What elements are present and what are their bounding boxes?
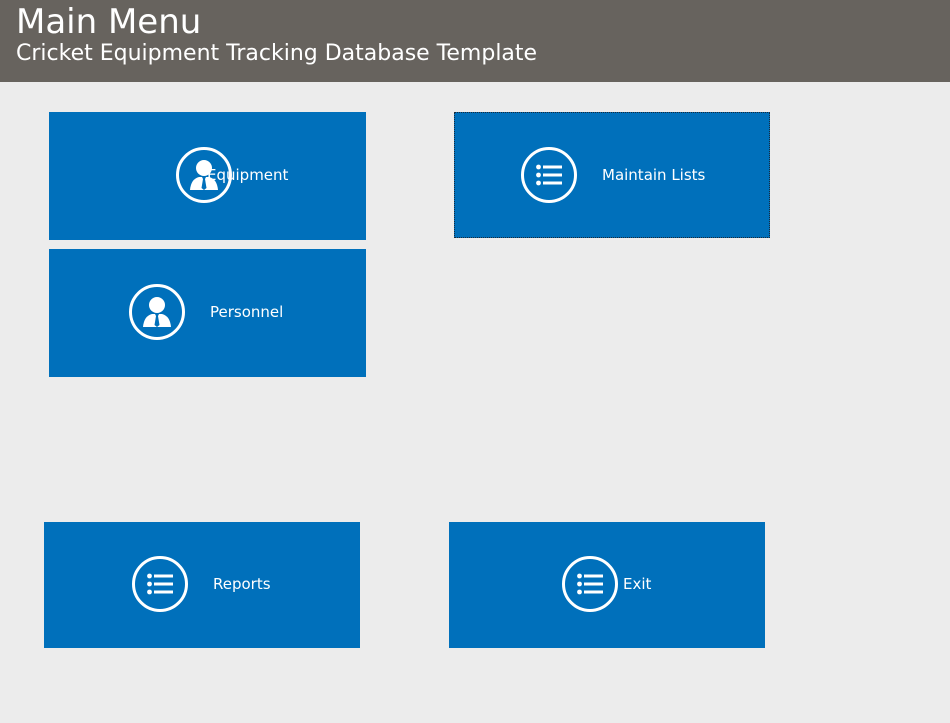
page-title: Main Menu	[16, 2, 202, 42]
exit-button[interactable]: Exit	[449, 522, 765, 648]
page-subtitle: Cricket Equipment Tracking Database Temp…	[16, 41, 538, 66]
personnel-label: Personnel	[210, 303, 284, 321]
maintain-lists-button[interactable]: Maintain Lists	[454, 112, 770, 238]
list-icon	[562, 556, 618, 612]
title-bar: Main Menu Cricket Equipment Tracking Dat…	[0, 0, 950, 82]
person-icon	[129, 284, 185, 340]
equipment-button[interactable]: Equipment	[49, 112, 366, 240]
list-icon	[521, 147, 577, 203]
reports-button[interactable]: Reports	[44, 522, 360, 648]
exit-label: Exit	[623, 575, 652, 593]
equipment-label: Equipment	[207, 166, 289, 184]
list-icon	[132, 556, 188, 612]
reports-label: Reports	[213, 575, 271, 593]
personnel-button[interactable]: Personnel	[49, 249, 366, 377]
maintain-lists-label: Maintain Lists	[602, 166, 706, 184]
